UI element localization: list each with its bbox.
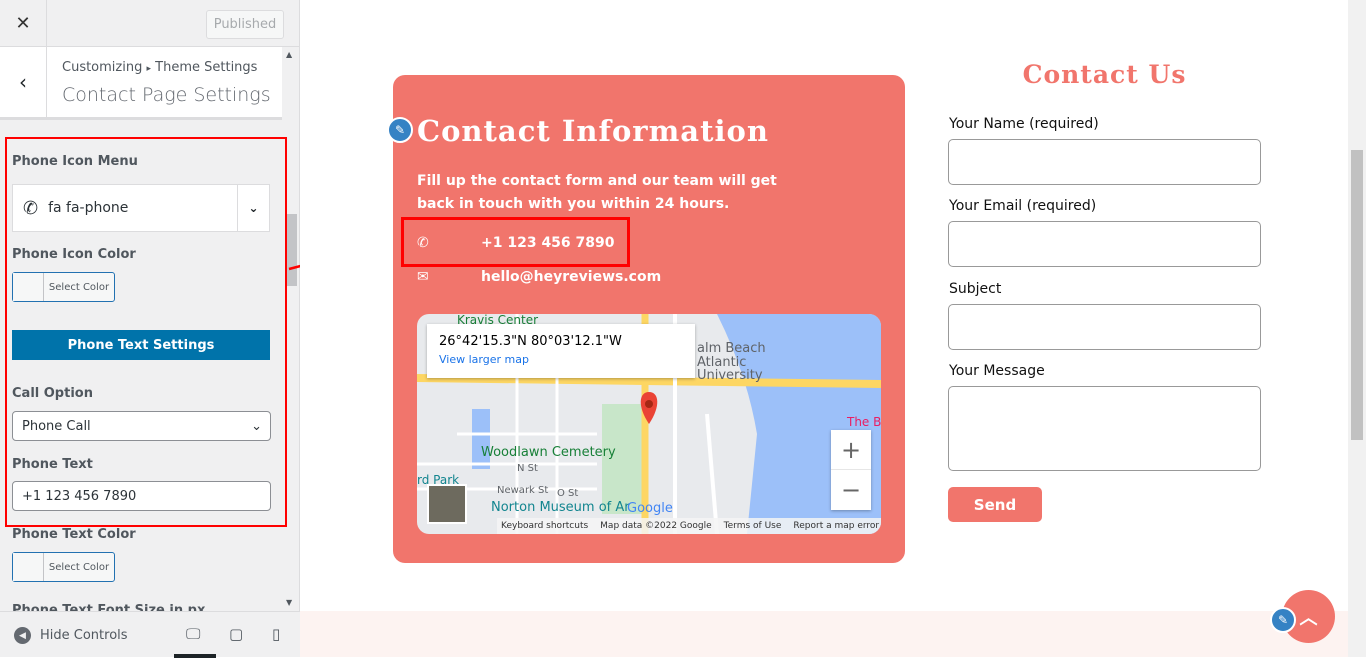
select-color-label: Select Color [48,281,110,293]
section-header: ‹ Customizing ▸ Theme Settings Contact P… [0,47,282,120]
phone-text-font-size-label: Phone Text Font Size in px [12,603,206,611]
call-option-select[interactable]: Phone Call ⌄ [12,411,271,441]
breadcrumb: Customizing ▸ Theme Settings [62,60,257,75]
scroll-up-icon[interactable]: ▲ [286,50,292,59]
phone-icon-color-button[interactable]: Select Color [12,272,115,302]
desktop-preview-icon[interactable]: 🖵 [186,625,200,643]
back-button[interactable]: ‹ [0,47,47,117]
tablet-preview-icon[interactable]: ▢ [229,625,243,643]
color-swatch [13,273,44,301]
active-device-indicator [174,654,216,658]
chevron-up-icon: ︿ [1299,607,1318,629]
subject-label: Subject [949,281,1002,297]
phone-icon-select[interactable]: ✆ fa fa-phone ⌄ [12,184,270,232]
map-road [705,413,719,534]
map-label: N St [517,463,538,474]
footer-band [300,611,1348,657]
color-swatch [13,553,44,581]
call-option-label: Call Option [12,386,93,401]
phone-icon-menu-label: Phone Icon Menu [12,154,138,169]
map-label: University [697,368,763,383]
map-label: The B [846,415,881,429]
phone-text-label: Phone Text [12,457,93,472]
map-data-text: Map data ©2022 Google [600,521,712,531]
map-label: alm Beach [697,341,766,356]
customizer-footer: ◀ Hide Controls 🖵 ▢ ▯ [0,611,300,658]
chevron-down-icon[interactable]: ⌄ [237,185,269,231]
zoom-in-button[interactable]: + [831,430,871,470]
map-zoom-controls: + − [831,430,871,510]
preview-scrollbar-thumb[interactable] [1351,150,1363,440]
email-label: Your Email (required) [949,198,1097,214]
customizer-header: ✕ Published [0,0,300,47]
customizer-sidebar: ✕ Published ‹ Customizing ▸ Theme Settin… [0,0,300,658]
chevron-down-icon: ⌄ [251,418,262,434]
envelope-icon: ✉ [417,269,429,285]
edit-pencil-icon[interactable]: ✎ [1270,607,1296,633]
published-button[interactable]: Published [206,10,284,39]
phone-text-color-button[interactable]: Select Color [12,552,115,582]
name-input[interactable] [948,139,1261,185]
close-customizer-button[interactable]: ✕ [0,0,47,47]
collapse-icon: ◀ [14,627,31,644]
contact-info-title: Contact Information [417,114,769,148]
mobile-preview-icon[interactable]: ▯ [272,625,280,643]
scroll-down-icon[interactable]: ▼ [286,598,292,607]
google-logo: Google [627,501,673,516]
map-footer: Keyboard shortcuts Map data ©2022 Google… [497,518,881,534]
view-larger-map-link[interactable]: View larger map [439,353,683,366]
name-label: Your Name (required) [949,116,1099,132]
email-input[interactable] [948,221,1261,267]
hide-controls-button[interactable]: ◀ Hide Controls [14,627,128,644]
call-option-value: Phone Call [22,418,91,434]
send-button[interactable]: Send [948,487,1042,522]
phone-text-settings-button[interactable]: Phone Text Settings [12,330,270,360]
close-icon: ✕ [15,13,31,34]
email-line[interactable]: ✉ hello@heyreviews.com [417,269,661,285]
report-error-link[interactable]: Report a map error [793,521,879,531]
breadcrumb-root: Customizing [62,60,143,75]
phone-text-input[interactable]: +1 123 456 7890 [12,481,271,511]
email-text: hello@heyreviews.com [481,269,662,285]
message-label: Your Message [949,363,1045,379]
zoom-out-button[interactable]: − [831,470,871,510]
contact-info-description: Fill up the contact form and our team wi… [417,173,777,212]
map-info-window: 26°42'15.3"N 80°03'12.1"W View larger map [427,324,695,378]
satellite-toggle[interactable] [427,484,467,524]
map-label: Newark St [497,485,548,496]
phone-icon-color-label: Phone Icon Color [12,247,136,262]
subject-input[interactable] [948,304,1261,350]
phone-icon-value: fa fa-phone [48,200,129,216]
message-textarea[interactable] [948,386,1261,471]
map-label: O St [557,488,578,499]
breadcrumb-separator: ▸ [146,64,152,74]
chevron-left-icon: ‹ [19,70,27,94]
map-coordinates: 26°42'15.3"N 80°03'12.1"W [439,334,622,349]
phone-text-color-label: Phone Text Color [12,527,136,542]
hide-controls-label: Hide Controls [40,628,128,643]
map-water [472,409,490,469]
select-color-label: Select Color [48,561,110,573]
terms-link[interactable]: Terms of Use [724,521,782,531]
phone-icon: ✆ [23,197,39,219]
map-label: Woodlawn Cemetery [481,445,616,460]
map-label: Norton Museum of Ar [491,500,630,515]
highlight-box [401,217,630,267]
edit-pencil-icon[interactable]: ✎ [387,117,413,143]
contact-form-title: Contact Us [1022,60,1187,89]
breadcrumb-parent: Theme Settings [155,60,258,75]
keyboard-shortcuts-link[interactable]: Keyboard shortcuts [501,521,588,531]
google-map[interactable]: Kravis Center alm Beach Atlantic Univers… [417,314,881,534]
section-title: Contact Page Settings [62,84,271,106]
